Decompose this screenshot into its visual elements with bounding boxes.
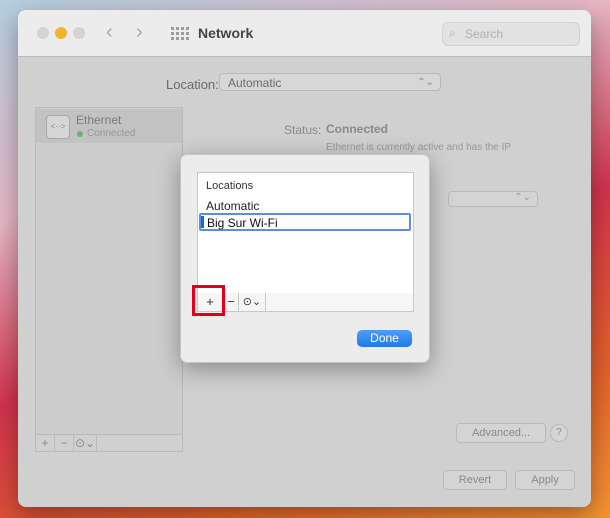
locations-list: Locations Automatic Big Sur Wi-Fi [197, 172, 414, 294]
location-action-menu-button[interactable]: ⊙⌄ [239, 293, 266, 311]
window-title: Network [198, 25, 254, 41]
show-all-grid-icon[interactable] [171, 27, 189, 40]
highlight-box [192, 285, 225, 316]
zoom-window-button[interactable] [73, 27, 85, 39]
edit-locations-sheet: Locations Automatic Big Sur Wi-Fi + − ⊙⌄… [180, 154, 430, 363]
minimize-window-button[interactable] [55, 27, 67, 39]
remove-location-button[interactable]: − [224, 293, 239, 311]
title-bar: ‹ › Network ⌕ Search [18, 10, 591, 57]
text-caret [201, 216, 204, 228]
network-preferences-window: ‹ › Network ⌕ Search Location: Automatic… [18, 10, 591, 507]
location-name-edit-value: Big Sur Wi-Fi [207, 216, 278, 230]
close-window-button[interactable] [37, 27, 49, 39]
forward-arrow-icon[interactable]: › [136, 21, 143, 44]
list-header: Locations [206, 180, 254, 192]
search-icon: ⌕ [449, 26, 456, 40]
locations-toolbar: + − ⊙⌄ [197, 293, 414, 312]
search-placeholder: Search [465, 27, 504, 41]
search-field[interactable]: ⌕ Search [442, 22, 580, 46]
location-item-automatic[interactable]: Automatic [206, 199, 259, 213]
done-button[interactable]: Done [357, 330, 412, 347]
back-arrow-icon[interactable]: ‹ [106, 21, 113, 44]
location-name-edit-field[interactable]: Big Sur Wi-Fi [199, 213, 411, 231]
